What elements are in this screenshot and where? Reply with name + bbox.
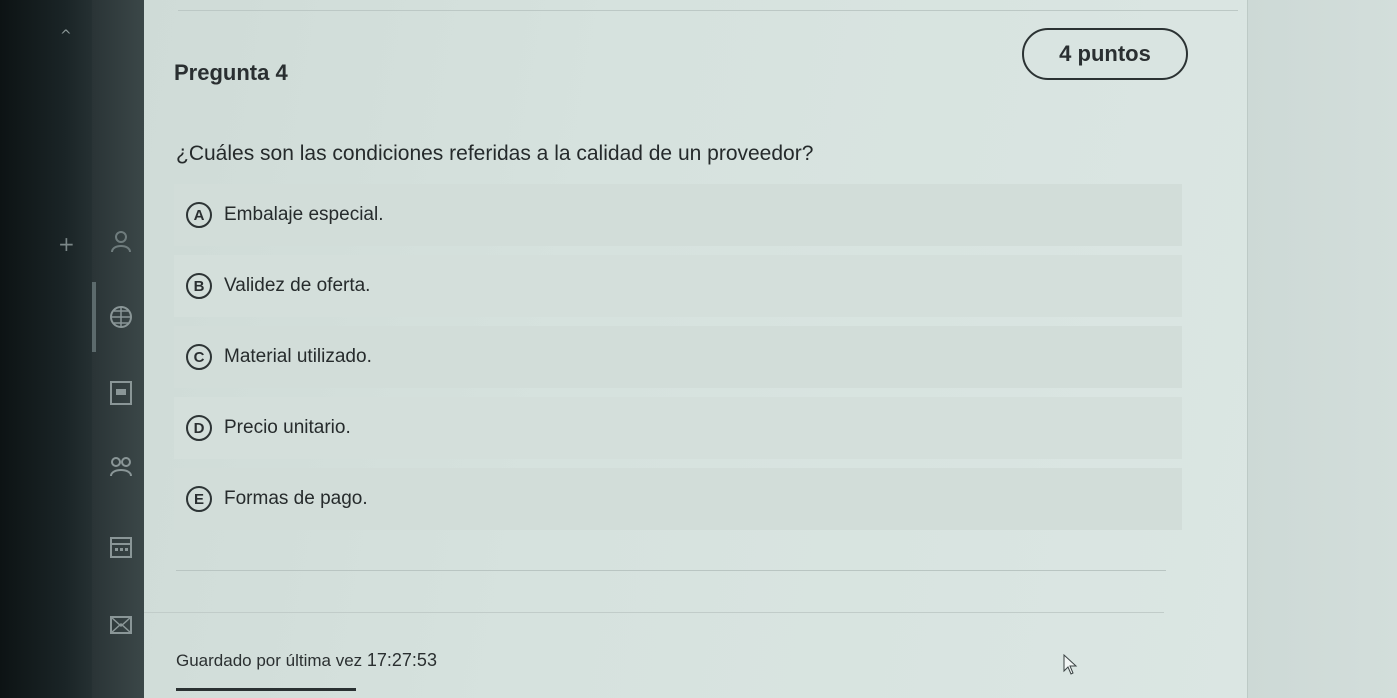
user-icon[interactable]: [108, 228, 134, 254]
option-label: Formas de pago.: [224, 488, 368, 509]
calendar-icon[interactable]: [108, 534, 134, 560]
right-pane: [1247, 0, 1397, 698]
caret-icon: ^: [60, 28, 72, 44]
saved-label: Guardado por última vez: [176, 651, 363, 670]
option-letter: B: [186, 273, 212, 299]
option-letter: E: [186, 486, 212, 512]
app-icon-rail: [92, 0, 144, 698]
saved-status: Guardado por última vez 17:27:53: [176, 650, 437, 671]
answer-options: A Embalaje especial. B Validez de oferta…: [174, 184, 1182, 539]
footer-divider: [144, 612, 1164, 613]
mail-icon[interactable]: [108, 612, 134, 638]
points-badge: 4 puntos: [1022, 28, 1188, 80]
mouse-cursor-icon: [1062, 653, 1078, 676]
option-letter: C: [186, 344, 212, 370]
option-label: Precio unitario.: [224, 417, 351, 438]
saved-time: 17:27:53: [366, 650, 437, 670]
rail-active-indicator: [92, 282, 96, 352]
bottom-bar: [176, 688, 356, 691]
option-d[interactable]: D Precio unitario.: [174, 397, 1182, 459]
option-letter: A: [186, 202, 212, 228]
option-e[interactable]: E Formas de pago.: [174, 468, 1182, 530]
option-letter: D: [186, 415, 212, 441]
globe-icon[interactable]: [108, 304, 134, 330]
question-title: Pregunta 4: [174, 60, 288, 85]
document-icon[interactable]: [108, 380, 134, 406]
option-a[interactable]: A Embalaje especial.: [174, 184, 1182, 246]
section-divider: [176, 570, 1166, 571]
plus-icon[interactable]: +: [58, 232, 75, 256]
option-c[interactable]: C Material utilizado.: [174, 326, 1182, 388]
option-label: Embalaje especial.: [224, 204, 384, 225]
question-text: ¿Cuáles son las condiciones referidas a …: [176, 142, 814, 165]
option-label: Validez de oferta.: [224, 275, 371, 296]
left-rail: [0, 0, 92, 698]
chevron-up-icon[interactable]: ^: [120, 0, 138, 15]
option-label: Material utilizado.: [224, 346, 372, 367]
top-divider: [178, 10, 1238, 11]
people-icon[interactable]: [108, 454, 134, 480]
option-b[interactable]: B Validez de oferta.: [174, 255, 1182, 317]
